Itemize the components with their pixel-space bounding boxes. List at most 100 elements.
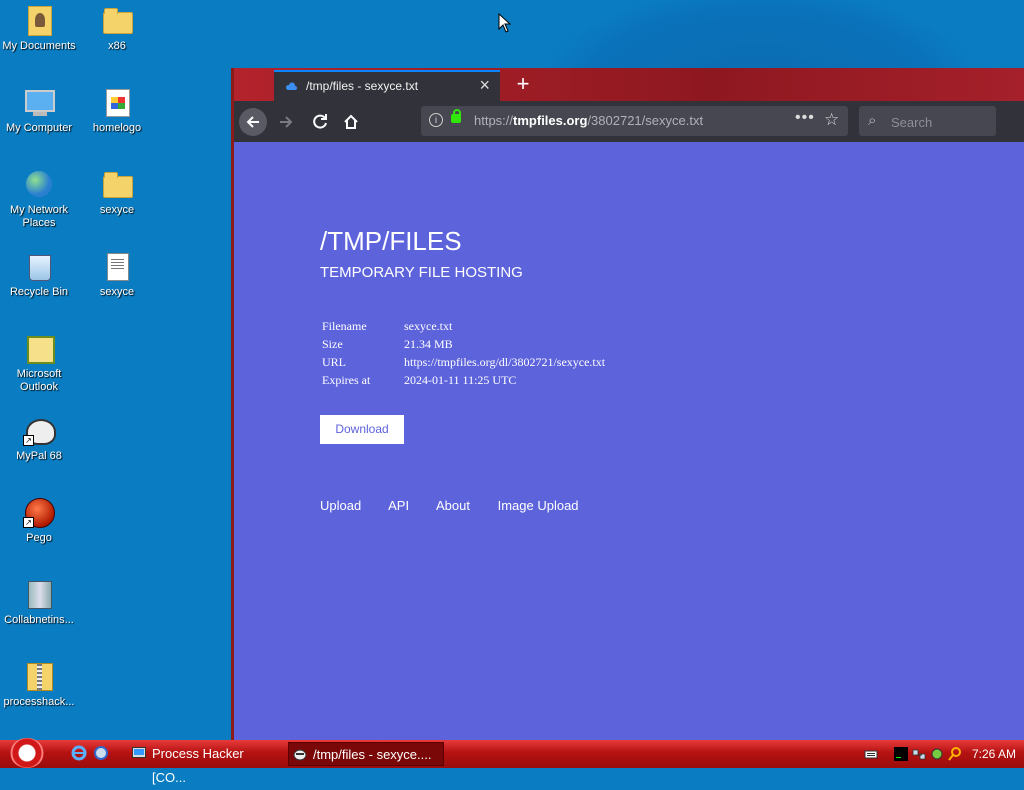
pego-icon: ↗: [23, 496, 55, 528]
search-tray-icon[interactable]: [948, 747, 962, 761]
search-input[interactable]: [889, 111, 993, 133]
taskbar-clock[interactable]: 7:26 AM: [972, 740, 1016, 768]
page-actions-menu-icon[interactable]: •••: [795, 109, 815, 127]
footer-link-about[interactable]: About: [436, 498, 470, 513]
tab-active[interactable]: /tmp/files - sexyce.txt ×: [274, 70, 500, 101]
network-tray-icon[interactable]: [912, 747, 926, 761]
desktop-icon-label: sexyce: [99, 286, 135, 298]
image-file-icon: [101, 86, 133, 118]
desktop-icon-sexyce-file[interactable]: sexyce: [78, 250, 156, 299]
page-title: /TMP/FILES: [320, 226, 462, 256]
address-bar[interactable]: i https://tmpfiles.org/3802721/sexyce.tx…: [421, 106, 848, 136]
page-content: /TMP/FILES TEMPORARY FILE HOSTING Filena…: [234, 142, 1024, 740]
meta-key: Expires at: [322, 372, 371, 387]
close-tab-icon[interactable]: ×: [479, 75, 490, 96]
shortcut-arrow-icon: ↗: [23, 517, 34, 528]
file-info-table: Filename sexyce.txt Size 21.34 MB URL ht…: [320, 317, 607, 389]
navigation-bar: i https://tmpfiles.org/3802721/sexyce.tx…: [234, 101, 1024, 142]
footer-link-upload[interactable]: Upload: [320, 498, 361, 513]
folder-icon: [101, 4, 133, 36]
tab-title: /tmp/files - sexyce.txt: [306, 79, 419, 93]
browser-window: /tmp/files - sexyce.txt × + i https://tm…: [231, 68, 1024, 740]
shortcut-arrow-icon: ↗: [23, 435, 34, 446]
reload-button[interactable]: [306, 108, 334, 136]
desktop-icon-my-documents[interactable]: My Documents: [0, 4, 78, 53]
desktop-icon-label: My Network Places: [9, 204, 69, 229]
meta-key: Filename: [322, 318, 367, 333]
mypal-browser-icon: [293, 749, 307, 761]
meta-value: 2024-01-11 11:25 UTC: [404, 372, 517, 387]
desktop-icon-label: MyPal 68: [16, 450, 62, 462]
keyboard-icon[interactable]: [864, 747, 878, 761]
desktop-icon-processhacker[interactable]: processhack...: [0, 660, 78, 709]
lock-icon[interactable]: [451, 109, 461, 123]
new-tab-button[interactable]: +: [509, 70, 537, 98]
network-icon: [23, 168, 55, 200]
desktop-icon-label: My Computer: [5, 122, 73, 134]
reload-icon: [313, 114, 327, 129]
back-arrow-icon: [246, 116, 259, 128]
desktop-icon-pego[interactable]: ↗ Pego: [0, 496, 78, 545]
page-subtitle: TEMPORARY FILE HOSTING: [320, 264, 523, 281]
desktop-icon-mypal[interactable]: ↗ MyPal 68: [0, 414, 78, 463]
tab-bar: /tmp/files - sexyce.txt × +: [234, 68, 1024, 101]
desktop-icon-x86[interactable]: x86: [78, 4, 156, 53]
meta-value-url[interactable]: https://tmpfiles.org/dl/3802721/sexyce.t…: [402, 353, 607, 371]
forward-arrow-icon: [280, 116, 293, 128]
bookmark-star-icon[interactable]: ☆: [824, 110, 839, 130]
desktop-icon-label: Microsoft Outlook: [16, 368, 62, 393]
process-hacker-icon: [132, 747, 146, 758]
taskbar-button-process-hacker[interactable]: Process Hacker [CO...: [128, 742, 278, 785]
desktop-icon-sexyce-folder[interactable]: sexyce: [78, 168, 156, 217]
desktop-icon-label: Recycle Bin: [9, 286, 69, 298]
table-row: URL https://tmpfiles.org/dl/3802721/sexy…: [320, 353, 607, 371]
internet-explorer-icon[interactable]: [71, 745, 87, 761]
console-icon[interactable]: [894, 747, 908, 761]
desktop-icon-label: Collabnetins...: [4, 614, 74, 626]
table-row: Size 21.34 MB: [320, 335, 607, 353]
desktop-icon-my-network-places[interactable]: My Network Places: [0, 168, 78, 230]
desktop-icon-homelogo[interactable]: homelogo: [78, 86, 156, 135]
download-button[interactable]: Download: [320, 415, 404, 444]
meta-key: URL: [322, 354, 346, 369]
url-text: https://tmpfiles.org/3802721/sexyce.txt: [474, 113, 704, 128]
text-file-icon: [101, 250, 133, 282]
home-icon: [344, 114, 358, 129]
mypal-browser-icon: ↗: [23, 414, 56, 446]
meta-value: sexyce.txt: [404, 318, 453, 333]
start-button[interactable]: [10, 738, 44, 768]
footer-link-image-upload[interactable]: Image Upload: [498, 498, 579, 513]
desktop-icon-recycle-bin[interactable]: Recycle Bin: [0, 250, 78, 299]
taskbar-button-label: Process Hacker [CO...: [152, 746, 244, 785]
forward-button[interactable]: [272, 108, 300, 136]
desktop-icon-collabnet-installer[interactable]: Collabnetins...: [0, 578, 78, 627]
cloud-icon: [285, 82, 297, 90]
zip-folder-icon: [23, 660, 55, 692]
browser-quicklaunch-icon[interactable]: [93, 745, 109, 761]
meta-key: Size: [322, 336, 343, 351]
my-documents-icon: [23, 4, 55, 36]
footer-nav: Upload API About Image Upload: [320, 498, 603, 513]
installer-icon: [23, 578, 55, 610]
outlook-icon: [23, 332, 55, 364]
desktop-icon-label: processhack...: [3, 696, 75, 708]
folder-icon: [101, 168, 133, 200]
recycle-bin-icon: [23, 250, 55, 282]
desktop-icon-label: x86: [108, 40, 126, 52]
footer-link-api[interactable]: API: [388, 498, 409, 513]
mouse-cursor-icon: [498, 13, 511, 33]
desktop-icon-microsoft-outlook[interactable]: Microsoft Outlook: [0, 332, 78, 394]
search-box[interactable]: ⌕: [859, 106, 996, 136]
desktop-icon-label: sexyce: [99, 204, 135, 216]
back-button[interactable]: [239, 108, 267, 136]
info-icon[interactable]: i: [429, 113, 443, 127]
home-button[interactable]: [337, 108, 365, 136]
desktop-icon-my-computer[interactable]: My Computer: [0, 86, 78, 135]
meta-value: 21.34 MB: [404, 336, 453, 351]
table-row: Expires at 2024-01-11 11:25 UTC: [320, 371, 607, 389]
taskbar-button-label: /tmp/files - sexyce....: [313, 747, 432, 762]
taskbar: Process Hacker [CO... /tmp/files - sexyc…: [0, 738, 1024, 785]
desktop-icon-label: homelogo: [92, 122, 142, 134]
taskbar-button-browser[interactable]: /tmp/files - sexyce....: [288, 742, 444, 766]
process-tray-icon[interactable]: [930, 747, 944, 761]
